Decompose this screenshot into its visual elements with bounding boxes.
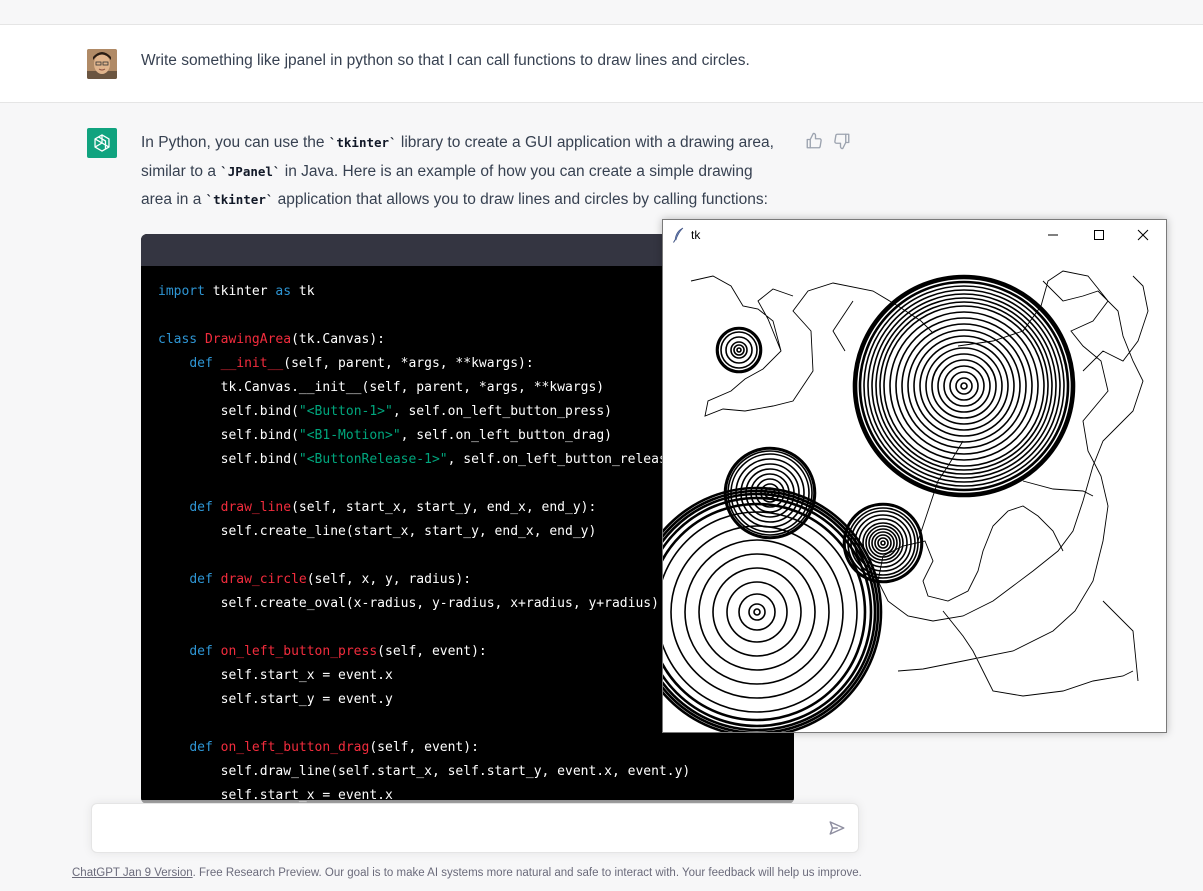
drawn-circle [913, 335, 1015, 437]
assistant-line-2: similar to a `JPanel` in Java. Here is a… [141, 162, 753, 180]
drawn-circle [698, 553, 816, 671]
drawn-circle [684, 539, 830, 685]
user-message-row: Write something like jpanel in python so… [0, 25, 1203, 103]
drawn-circle [733, 344, 745, 356]
drawn-circle [865, 525, 901, 561]
chat-input[interactable] [104, 816, 804, 842]
thumbs-up-icon[interactable] [805, 132, 823, 150]
drawn-circle [955, 377, 973, 395]
drawn-circle [895, 317, 1033, 455]
drawn-circle [889, 311, 1039, 461]
thumbs-down-icon[interactable] [833, 132, 851, 150]
top-strip [0, 0, 1203, 25]
drawn-circle [725, 336, 753, 364]
maximize-button[interactable] [1076, 220, 1122, 250]
send-icon [829, 821, 845, 835]
drawn-circle [753, 608, 761, 616]
tk-titlebar[interactable]: tk [663, 220, 1166, 250]
drawn-circle [726, 581, 788, 643]
drawing-canvas[interactable] [663, 251, 1166, 732]
footer: ChatGPT Jan 9 Version. Free Research Pre… [72, 867, 862, 879]
close-icon [1137, 229, 1149, 241]
drawn-circle [871, 293, 1057, 479]
inline-code: `tkinter` [205, 192, 274, 207]
drawn-circle [880, 540, 886, 546]
user-avatar [87, 49, 117, 79]
drawn-circle [715, 326, 763, 374]
drawn-circle [858, 280, 1070, 492]
drawn-circle [670, 525, 844, 699]
drawn-circle [854, 276, 1074, 496]
feather-icon [672, 227, 686, 243]
send-button[interactable] [828, 819, 848, 839]
close-button[interactable] [1120, 220, 1166, 250]
drawn-circles [663, 274, 1076, 732]
drawn-circle [877, 537, 889, 549]
drawn-circle [852, 274, 1076, 498]
drawn-circle [879, 301, 1049, 471]
openai-logo-icon [87, 128, 117, 158]
chat-input-box[interactable] [91, 803, 859, 853]
inline-code: `JPanel` [220, 163, 281, 179]
drawn-circle [738, 593, 776, 631]
drawn-circle [919, 341, 1009, 431]
assistant-message-text: In Python, you can use the `tkinter` lib… [141, 129, 801, 215]
drawn-circle [868, 528, 898, 558]
tk-window[interactable]: tk [662, 219, 1167, 733]
drawn-circle [931, 353, 997, 419]
tk-window-title: tk [691, 228, 701, 242]
inline-code: `tkinter` [328, 135, 397, 150]
drawn-circle [949, 371, 979, 401]
drawn-circle [960, 382, 968, 390]
drawn-circle [937, 359, 991, 413]
drawn-circle [907, 329, 1021, 443]
assistant-line-3: area in a `tkinter` application that all… [141, 191, 768, 208]
user-message-text: Write something like jpanel in python so… [141, 52, 750, 69]
version-link[interactable]: ChatGPT Jan 9 Version [72, 867, 193, 879]
drawn-circle [748, 603, 766, 621]
maximize-icon [1094, 230, 1104, 240]
assistant-line-1: In Python, you can use the `tkinter` lib… [141, 134, 774, 151]
drawn-circle [736, 347, 742, 353]
minimize-button[interactable] [1030, 220, 1076, 250]
minimize-icon [1048, 234, 1058, 236]
